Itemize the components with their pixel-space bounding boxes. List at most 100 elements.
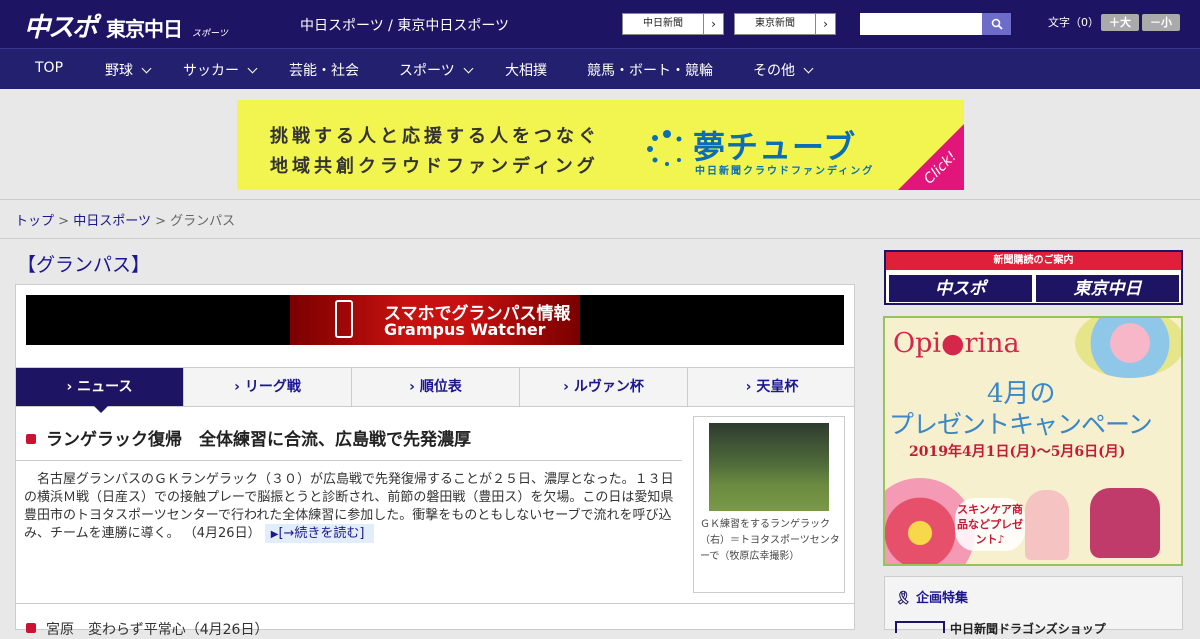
promo-campaign: プレゼントキャンペーン <box>889 410 1153 439</box>
category-tabs: › ニュース › リーグ戦 › 順位表 › ルヴァン杯 › 天皇杯 <box>16 367 856 413</box>
logo-chuspo: 中スポ <box>24 13 98 43</box>
tab-label: 天皇杯 <box>756 379 799 395</box>
ad-area: 挑戦する人と応援する人をつなぐ 地域共創クラウドファンディング 夢チューブ 中日… <box>0 89 1200 200</box>
tab-label: リーグ戦 <box>244 379 301 395</box>
breadcrumb-chunichi-sports[interactable]: 中日スポーツ <box>73 214 151 229</box>
banner-line-2: Grampus Watcher <box>384 320 546 339</box>
headline-text: ランゲラック復帰 全体練習に合流、広島戦で先発濃厚 <box>46 430 471 450</box>
nav-item-soccer[interactable]: サッカー <box>183 60 258 80</box>
logo-tokyo-chunichi: 東京中日 <box>106 17 183 41</box>
dragons-shop-icon <box>895 621 945 633</box>
search-button[interactable] <box>982 13 1011 35</box>
paper-link-label: 東京新聞 <box>755 18 795 29</box>
nav-item-other[interactable]: その他 <box>753 60 814 80</box>
grampus-watcher-banner[interactable]: スマホでグランパス情報 Grampus Watcher <box>26 295 844 345</box>
gift-bag-image <box>1090 488 1160 558</box>
nav-item-sumo[interactable]: 大相撲 <box>505 60 547 80</box>
flower-decoration <box>1075 318 1181 378</box>
search-icon <box>991 18 1003 30</box>
font-smaller-button[interactable]: －小 <box>1142 14 1180 31</box>
bullet-icon <box>26 434 36 444</box>
feature-item-link[interactable]: 中日新聞ドラゴンズショップ <box>950 620 1106 637</box>
nav-item-label: 競馬・ボート・競輪 <box>587 63 713 79</box>
breadcrumb-current: グランパス <box>170 214 236 229</box>
nav-item-label: その他 <box>753 63 795 79</box>
chevron-right-icon: › <box>815 14 835 34</box>
subscription-header: 新聞購読のご案内 <box>886 252 1181 270</box>
news-list-item[interactable]: 宮原 変わらず平常心（4月26日） <box>26 619 268 639</box>
main-panel: スマホでグランパス情報 Grampus Watcher › ニュース › リーグ… <box>15 284 856 638</box>
nav-item-baseball[interactable]: 野球 <box>105 60 152 80</box>
subscription-box: 新聞購読のご案内 中スポ 東京中日 <box>884 250 1183 305</box>
search-input[interactable] <box>860 13 982 35</box>
tab-league[interactable]: › リーグ戦 <box>184 368 352 406</box>
main-nav: TOP 野球 サッカー 芸能・社会 スポーツ 大相撲 競馬・ボート・競輪 その他 <box>0 48 1200 89</box>
feature-title-text: 企画特集 <box>916 591 969 606</box>
ad-line-1: 挑戦する人と応援する人をつなぐ <box>270 126 600 147</box>
article-headline[interactable]: ランゲラック復帰 全体練習に合流、広島戦で先発濃厚 <box>26 425 471 450</box>
read-more-link[interactable]: ▶[→続きを読む] <box>264 524 375 543</box>
nav-item-label: サッカー <box>183 63 239 79</box>
opirina-promo-banner[interactable]: Opi●rina 4月の プレゼントキャンペーン 2019年4月1日(月)～5月… <box>883 316 1183 566</box>
divider <box>16 460 682 461</box>
subscribe-chuspo-button[interactable]: 中スポ <box>888 274 1033 303</box>
nav-item-label: スポーツ <box>399 63 455 79</box>
chevron-right-icon: › <box>703 14 723 34</box>
bullet-icon <box>26 623 36 633</box>
paper-link-label: 中日新聞 <box>643 18 683 29</box>
nav-item-label: 芸能・社会 <box>289 63 359 79</box>
tab-standings[interactable]: › 順位表 <box>352 368 520 406</box>
ad-brand-sub: 中日新聞クラウドファンディング <box>695 166 875 177</box>
top-header: 中スポ 東京中日 スポーツ 中日スポーツ / 東京中日スポーツ 中日新聞 › 東… <box>0 0 1200 48</box>
crowdfunding-ad-banner[interactable]: 挑戦する人と応援する人をつなぐ 地域共創クラウドファンディング 夢チューブ 中日… <box>237 100 964 190</box>
ad-line-2: 地域共創クラウドファンディング <box>270 156 599 177</box>
dots-logo-icon <box>647 130 682 166</box>
chevron-down-icon <box>141 63 152 74</box>
logo-sports: スポーツ <box>192 29 228 39</box>
article-image <box>709 423 829 511</box>
promo-brand: Opi●rina <box>893 328 1020 359</box>
tab-news[interactable]: › ニュース <box>16 368 184 413</box>
read-more-label: [→続きを読む] <box>278 526 365 541</box>
ribbon-icon: 🎗 <box>895 591 912 606</box>
tab-label: ニュース <box>77 379 133 395</box>
promo-dates: 2019年4月1日(月)～5月6日(月) <box>909 444 1126 460</box>
tab-levain-cup[interactable]: › ルヴァン杯 <box>520 368 688 406</box>
font-larger-button[interactable]: ＋大 <box>1101 14 1139 31</box>
article-date: （4月26日） <box>183 526 261 541</box>
promo-note: スキンケア商品などプレゼント♪ <box>955 498 1025 551</box>
nav-item-label: 野球 <box>105 63 133 79</box>
article-photo[interactable]: ＧＫ練習をするランゲラック（右）＝トヨタスポーツセンターで（牧原広幸撮影） <box>693 416 845 593</box>
nav-item-label: TOP <box>35 60 64 76</box>
glove-image <box>1025 490 1069 560</box>
feature-title: 🎗 企画特集 <box>895 587 968 606</box>
nav-item-racing[interactable]: 競馬・ボート・競輪 <box>587 60 713 80</box>
chevron-down-icon <box>463 63 474 74</box>
nav-item-sports[interactable]: スポーツ <box>399 60 474 80</box>
tab-label: 順位表 <box>419 379 462 395</box>
tab-emperors-cup[interactable]: › 天皇杯 <box>688 368 856 406</box>
breadcrumb-separator: > <box>58 214 70 229</box>
nav-item-top[interactable]: TOP <box>35 60 63 76</box>
chunichi-shimbun-link[interactable]: 中日新聞 › <box>622 13 724 35</box>
nav-item-label: 大相撲 <box>505 63 547 79</box>
site-title: 中日スポーツ / 東京中日スポーツ <box>300 18 510 34</box>
divider <box>0 238 1200 239</box>
breadcrumb-top[interactable]: トップ <box>15 214 54 229</box>
chevron-down-icon <box>803 63 814 74</box>
tokyo-shimbun-link[interactable]: 東京新聞 › <box>734 13 836 35</box>
chevron-down-icon <box>247 63 258 74</box>
breadcrumb-separator: > <box>155 214 166 229</box>
tab-label: ルヴァン杯 <box>573 379 644 395</box>
site-logo[interactable]: 中スポ 東京中日 スポーツ <box>24 7 228 44</box>
nav-item-entertainment[interactable]: 芸能・社会 <box>289 60 359 80</box>
breadcrumb: トップ > 中日スポーツ > グランパス <box>15 210 235 229</box>
article-body: 名古屋グランパスのＧＫランゲラック（３０）が広島戦で先発復帰することが２５日、濃… <box>24 471 684 544</box>
news-item-text: 宮原 変わらず平常心（4月26日） <box>46 622 269 638</box>
subscribe-tokyo-chunichi-button[interactable]: 東京中日 <box>1035 274 1180 303</box>
font-size-label: 文字（0） <box>1048 16 1099 29</box>
divider <box>16 603 854 604</box>
page-title: 【グランパス】 <box>17 254 151 276</box>
smartphone-icon <box>335 300 353 338</box>
photo-caption: ＧＫ練習をするランゲラック（右）＝トヨタスポーツセンターで（牧原広幸撮影） <box>700 519 840 562</box>
